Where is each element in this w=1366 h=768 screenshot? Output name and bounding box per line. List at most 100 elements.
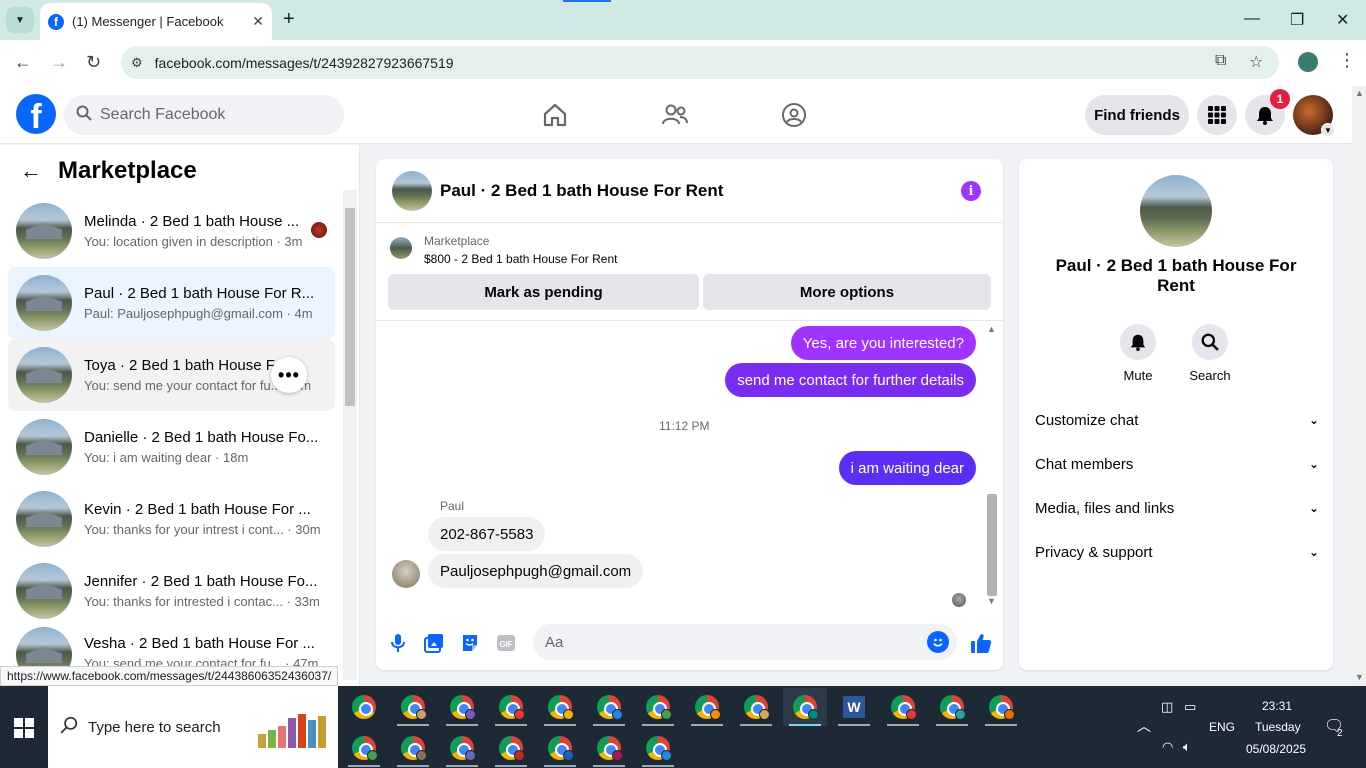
back-arrow-icon[interactable]: ←: [14, 52, 32, 73]
message-incoming[interactable]: Pauljosephpugh@gmail.com: [428, 554, 644, 588]
message-incoming[interactable]: 202-867-5583: [428, 517, 546, 551]
chat-title[interactable]: Paul · 2 Bed 1 bath House For Rent: [440, 181, 723, 201]
taskbar-chrome-profile-active[interactable]: [783, 688, 827, 726]
clock-day[interactable]: Tuesday: [1255, 720, 1301, 734]
volume-icon[interactable]: 🔈︎: [1183, 739, 1191, 755]
windows-start-icon[interactable]: [14, 718, 34, 741]
message-outgoing[interactable]: send me contact for further details: [725, 363, 976, 397]
message-outgoing[interactable]: Yes, are you interested?: [790, 326, 976, 360]
clock-date[interactable]: 05/08/2025: [1246, 742, 1306, 756]
taskbar-chrome-profile[interactable]: [636, 729, 680, 767]
taskbar-chrome-profile[interactable]: [538, 729, 582, 767]
taskbar-word-app[interactable]: W: [832, 688, 876, 726]
taskbar-chrome-profile[interactable]: [391, 729, 435, 767]
taskbar-chrome-profile[interactable]: [930, 688, 974, 726]
conversation-item[interactable]: Jennifer · 2 Bed 1 bath House Fo... You:…: [8, 555, 335, 627]
more-options-icon[interactable]: •••: [271, 357, 307, 393]
scroll-up-arrow-icon[interactable]: ▲: [1355, 88, 1364, 98]
close-window-icon[interactable]: ✕: [1336, 10, 1349, 30]
taskbar-chrome-profile[interactable]: [734, 688, 778, 726]
listing-photo[interactable]: [1140, 175, 1212, 247]
taskbar-search-input[interactable]: [88, 718, 248, 736]
chat-scrollbar[interactable]: ▲ ▼: [985, 322, 999, 608]
menu-grid-icon[interactable]: [1197, 95, 1237, 135]
wifi-icon[interactable]: ◠: [1162, 739, 1173, 755]
site-info-icon[interactable]: ⚙: [131, 55, 143, 71]
message-outgoing[interactable]: i am waiting dear: [838, 451, 976, 485]
taskbar-chrome-profile[interactable]: [391, 688, 435, 726]
sticker-icon[interactable]: [458, 631, 482, 655]
tab-close-icon[interactable]: ✕: [252, 13, 264, 30]
scroll-down-arrow-icon[interactable]: ▼: [987, 596, 996, 606]
taskbar-search[interactable]: [48, 686, 338, 768]
conversation-item[interactable]: Danielle · 2 Bed 1 bath House Fo... You:…: [8, 411, 335, 483]
restore-icon[interactable]: ❐: [1290, 10, 1304, 30]
photo-icon[interactable]: [422, 631, 446, 655]
conversation-item-active[interactable]: Paul · 2 Bed 1 bath House For R... Paul:…: [8, 267, 335, 339]
gif-icon[interactable]: GIF: [494, 631, 518, 655]
customize-chat-section[interactable]: Customize chat ⌄: [1035, 400, 1319, 440]
search-in-chat-button[interactable]: Search: [1180, 324, 1240, 383]
microphone-icon[interactable]: [386, 631, 410, 655]
clock-time[interactable]: 23:31: [1262, 699, 1292, 713]
listing-title[interactable]: $800 - 2 Bed 1 bath House For Rent: [424, 252, 617, 266]
language-indicator[interactable]: ENG: [1209, 720, 1235, 734]
install-app-icon[interactable]: ⧉: [1215, 52, 1226, 70]
conversation-item[interactable]: Kevin · 2 Bed 1 bath House For ... You: …: [8, 483, 335, 555]
facebook-logo-icon[interactable]: f: [16, 94, 56, 134]
battery-icon[interactable]: ▭: [1184, 699, 1196, 715]
message-input-wrapper[interactable]: [533, 624, 957, 660]
message-input[interactable]: [545, 633, 915, 651]
taskbar-chrome-profile[interactable]: [489, 729, 533, 767]
scroll-down-arrow-icon[interactable]: ▼: [1355, 672, 1364, 682]
minimize-icon[interactable]: —: [1244, 10, 1260, 28]
taskbar-chrome-profile[interactable]: [440, 729, 484, 767]
chrome-menu-icon[interactable]: ⋮: [1338, 50, 1356, 71]
search-input[interactable]: [100, 106, 320, 124]
taskbar-chrome-profile[interactable]: [636, 688, 680, 726]
forward-arrow-icon[interactable]: →: [50, 52, 68, 73]
bookmark-star-icon[interactable]: ☆: [1249, 52, 1263, 72]
privacy-support-section[interactable]: Privacy & support ⌄: [1035, 532, 1319, 572]
back-arrow-icon[interactable]: ←: [20, 158, 42, 184]
tray-overflow-icon[interactable]: ︿: [1137, 716, 1151, 736]
emoji-icon[interactable]: [927, 631, 949, 653]
taskbar-chrome-profile[interactable]: [342, 729, 386, 767]
taskbar-chrome-profile[interactable]: [538, 688, 582, 726]
home-icon[interactable]: [540, 100, 570, 130]
sender-avatar[interactable]: [392, 560, 420, 588]
address-bar[interactable]: ⚙ facebook.com/messages/t/24392827923667…: [121, 46, 1279, 79]
taskbar-chrome-profile[interactable]: [489, 688, 533, 726]
scrollbar-thumb[interactable]: [987, 494, 997, 596]
new-tab-icon[interactable]: +: [283, 8, 295, 31]
taskbar-chrome-profile[interactable]: [587, 729, 631, 767]
conversation-item[interactable]: Melinda · 2 Bed 1 bath House ... You: lo…: [8, 195, 335, 267]
tab-search-button[interactable]: ▼: [6, 7, 34, 33]
taskbar-chrome-profile[interactable]: [979, 688, 1023, 726]
taskbar-chrome-profile[interactable]: [587, 688, 631, 726]
mark-as-pending-button[interactable]: Mark as pending: [388, 274, 699, 310]
taskbar-chrome-app[interactable]: [342, 688, 386, 726]
media-files-section[interactable]: Media, files and links ⌄: [1035, 488, 1319, 528]
find-friends-button[interactable]: Find friends: [1085, 95, 1189, 135]
mute-button[interactable]: Mute: [1108, 324, 1168, 383]
account-avatar[interactable]: ▼: [1293, 95, 1335, 137]
facebook-search[interactable]: [64, 95, 344, 135]
chat-members-section[interactable]: Chat members ⌄: [1035, 444, 1319, 484]
chrome-profile-avatar[interactable]: [1298, 52, 1318, 72]
conversation-item[interactable]: Vesha · 2 Bed 1 bath House For ... You: …: [8, 627, 335, 667]
reload-icon[interactable]: ↻: [86, 52, 101, 73]
groups-icon[interactable]: [779, 100, 809, 130]
browser-tab[interactable]: f (1) Messenger | Facebook ✕: [40, 3, 272, 40]
sidebar-scrollbar[interactable]: [343, 190, 357, 680]
more-options-button[interactable]: More options: [703, 274, 991, 310]
scrollbar-thumb[interactable]: [345, 208, 355, 406]
meet-now-icon[interactable]: ◫: [1161, 699, 1173, 715]
info-icon[interactable]: i: [961, 181, 981, 201]
chat-avatar[interactable]: [392, 170, 432, 211]
taskbar-chrome-profile[interactable]: [881, 688, 925, 726]
taskbar-chrome-profile[interactable]: [440, 688, 484, 726]
page-scrollbar[interactable]: ▲ ▼: [1352, 86, 1366, 686]
scroll-up-arrow-icon[interactable]: ▲: [987, 324, 996, 334]
conversation-item[interactable]: Toya · 2 Bed 1 bath House Fo... You: sen…: [8, 339, 335, 411]
